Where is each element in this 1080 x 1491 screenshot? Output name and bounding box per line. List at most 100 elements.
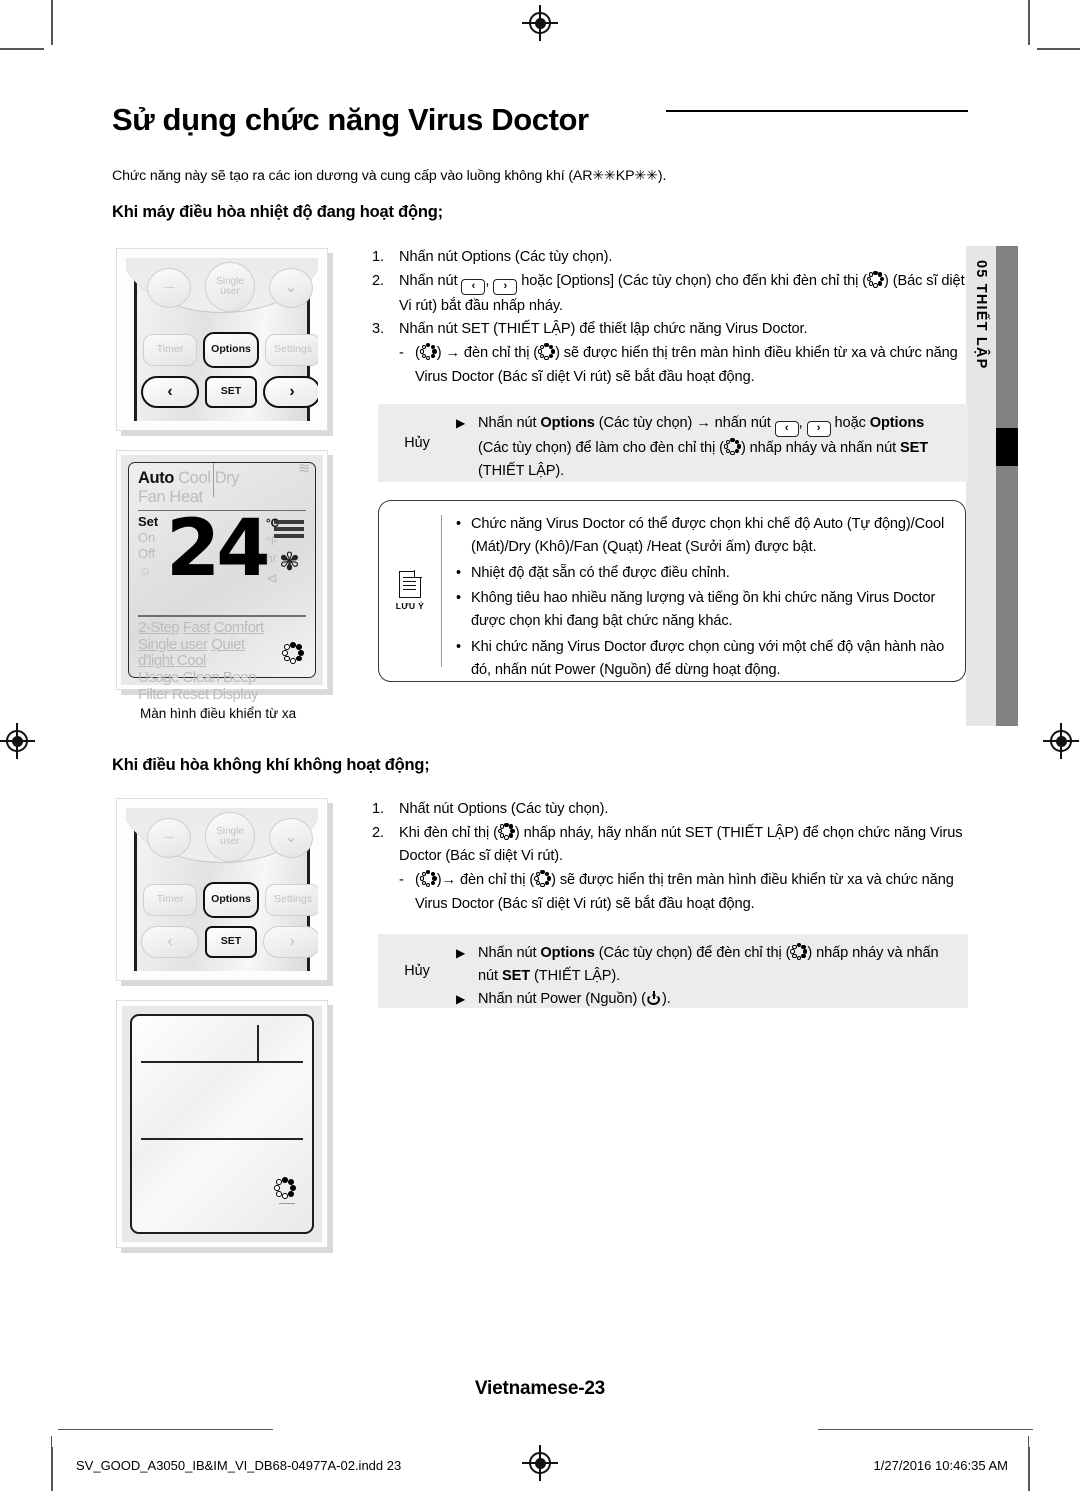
document-icon: [399, 570, 422, 598]
virus-doctor-icon: [419, 342, 437, 360]
cancel-item: ▶ Nhấn nút Options (Các tùy chọn) để đèn…: [456, 942, 956, 988]
section1-cancel-box: Hủy ▶ Nhấn nút Options (Các tùy chọn) → …: [378, 404, 968, 482]
wifi-icon: ≋: [297, 460, 311, 477]
footer-rule-right: [818, 1429, 1033, 1431]
remote-timer-button-2: Timer: [143, 884, 197, 916]
remote-set-button-1[interactable]: SET: [205, 376, 257, 408]
section2-steps: 1. Nhất nút Options (Các tùy chọn). 2. K…: [372, 798, 972, 916]
step-text: Nhấn nút ‹, › hoặc [Options] (Các tùy ch…: [399, 270, 965, 314]
sun-icon: ☼: [138, 561, 152, 579]
triangle-bullet-icon: ▶: [456, 992, 466, 1007]
note-item: • Nhiệt độ đặt sẵn có thể được điều chỉn…: [456, 562, 951, 585]
crop-mark-tl-v: [51, 0, 53, 45]
cancel-label: Hủy: [404, 435, 430, 451]
virus-doctor-indicator-icon: [274, 1177, 296, 1199]
step-number: 1.: [372, 249, 384, 265]
lcd-mode-fan: Fan: [138, 487, 166, 506]
cancel-item-text: Nhấn nút Options (Các tùy chọn) → nhấn n…: [478, 415, 929, 480]
step-item: 3. Nhấn nút SET (THIẾT LẬP) để thiết lập…: [372, 318, 972, 342]
cancel-item-text: Nhấn nút Power (Nguồn) ().: [478, 991, 671, 1008]
step-item: 1. Nhấn nút Options (Các tùy chọn).: [372, 246, 972, 270]
note-items: • Chức năng Virus Doctor có thể được chọ…: [442, 501, 965, 681]
crop-mark-tl-h: [0, 48, 44, 50]
remote-chevron-down-icon-1: ⌄: [269, 268, 313, 308]
lcd-feature-filter-reset: Filter Reset: [138, 685, 209, 703]
note-item: • Không tiêu hao nhiều năng lượng và tiế…: [456, 587, 951, 633]
sub-step-dash: -: [399, 871, 404, 888]
lcd-feature-beep: Beep: [222, 669, 257, 687]
note-item: • Chức năng Virus Doctor có thể được chọ…: [456, 513, 951, 559]
remote-right-arrow-button-2: ›: [263, 926, 318, 958]
lcd-feature-single-user: Single user: [138, 635, 208, 653]
panel-divider-bottom: [141, 1138, 303, 1140]
registration-mark-right: [1043, 723, 1079, 759]
sub-step-text: ()→ đèn chỉ thị () sẽ được hiển thị trên…: [415, 869, 954, 912]
wall-panel-illustration: [116, 1000, 328, 1248]
bullet-icon: •: [456, 564, 461, 581]
step-text: Nhấn nút Options (Các tùy chọn).: [399, 249, 613, 265]
lcd-mode-auto: Auto: [138, 469, 174, 487]
lcd-unit-hour: hr: [266, 551, 277, 566]
virus-doctor-icon: [419, 869, 437, 887]
right-arrow-icon: ›: [493, 278, 518, 295]
lcd-mode-row: Auto Cool Dry ≋ Fan Heat: [138, 461, 310, 506]
virus-doctor-icon: [867, 270, 884, 288]
remote-timer-button-1: Timer: [143, 334, 197, 366]
footer-divider-right: [1028, 1436, 1030, 1482]
remote-settings-button-1: Settings: [265, 334, 318, 366]
virus-doctor-icon: [538, 342, 556, 360]
footer-rule-left: [58, 1429, 273, 1431]
triangle-bullet-icon: ▶: [456, 416, 466, 430]
lcd-feature-clean: Clean: [182, 669, 220, 687]
remote-left-arrow-button-1[interactable]: ‹: [141, 376, 199, 408]
lcd-feature-comfort: Comfort: [213, 618, 264, 636]
cancel-item: ▶ Nhấn nút Power (Nguồn) ().: [456, 988, 956, 1011]
illustration-caption: Màn hình điều khiển từ xa: [140, 706, 297, 721]
remote-right-arrow-button-1[interactable]: ›: [263, 376, 318, 408]
left-arrow-icon: ‹: [774, 421, 799, 437]
lcd-feature-fast: Fast: [182, 618, 211, 636]
lcd-label-set: Set: [138, 514, 159, 530]
registration-mark-top: [522, 5, 558, 41]
remote-options-button-1[interactable]: Options: [203, 332, 259, 368]
remote-set-button-2[interactable]: SET: [205, 926, 257, 958]
note-icon-column: LƯU Ý: [379, 515, 442, 667]
step-text: Nhấn nút SET (THIẾT LẬP) để thiết lập ch…: [399, 321, 808, 338]
panel-divider-top: [141, 1061, 303, 1063]
manual-page: Sử dụng chức năng Virus Doctor Chức năng…: [0, 0, 1080, 1491]
cancel-label: Hủy: [404, 963, 430, 979]
lcd-feature-dlight-cool: d'light Cool: [138, 652, 206, 670]
remote-single-user-button-2: Single user: [205, 812, 255, 862]
side-tab-label: 05 THIẾT LẬP: [973, 260, 989, 370]
step-number: 2.: [372, 824, 384, 841]
registration-mark-bottom: [522, 1445, 558, 1481]
lcd-mode-heat: Heat: [169, 487, 203, 506]
lcd-label-on: On: [138, 530, 156, 546]
remote-keypad-illustration-1: — Single user ⌄ Timer Options Settings ‹…: [116, 248, 328, 431]
sub-step-text: () → đèn chỉ thị () sẽ được hiển thị trê…: [415, 342, 958, 385]
remote-options-button-2[interactable]: Options: [203, 882, 259, 918]
crop-mark-tr-v: [1028, 0, 1030, 45]
triangle-bullet-icon: ▶: [456, 946, 466, 960]
remote-settings-button-2: Settings: [265, 884, 318, 916]
virus-doctor-indicator-icon: [282, 641, 304, 664]
side-tab-dark-band: [996, 246, 1018, 726]
note-box: LƯU Ý • Chức năng Virus Doctor có thể đư…: [378, 500, 966, 682]
title-rule: [666, 110, 968, 112]
note-item: • Khi chức năng Virus Doctor được chọn c…: [456, 636, 951, 682]
sub-step-item: - ()→ đèn chỉ thị () sẽ được hiển thị tr…: [399, 869, 972, 916]
sub-step-item: - () → đèn chỉ thị () sẽ được hiển thị t…: [399, 342, 972, 389]
lcd-display-illustration: Auto Cool Dry ≋ Fan Heat Set On Off ☼ 24…: [116, 450, 328, 703]
remote-minus-button-1: —: [147, 268, 191, 308]
cancel-item-text: Nhấn nút Options (Các tùy chọn) để đèn c…: [478, 943, 939, 985]
panel-tick-mark: [257, 1025, 259, 1062]
step-number: 3.: [372, 321, 384, 338]
page-title: Sử dụng chức năng Virus Doctor: [112, 102, 589, 137]
side-tab-chapter-marker: [996, 428, 1018, 466]
step-text: Khi đèn chỉ thị () nhấp nháy, hãy nhấn n…: [399, 822, 963, 865]
power-icon: [646, 991, 662, 1007]
note-label: LƯU Ý: [395, 601, 425, 611]
lcd-feature-quiet: Quiet: [211, 635, 245, 653]
virus-doctor-icon: [790, 943, 808, 960]
remote-left-arrow-button-2: ‹: [141, 926, 199, 958]
